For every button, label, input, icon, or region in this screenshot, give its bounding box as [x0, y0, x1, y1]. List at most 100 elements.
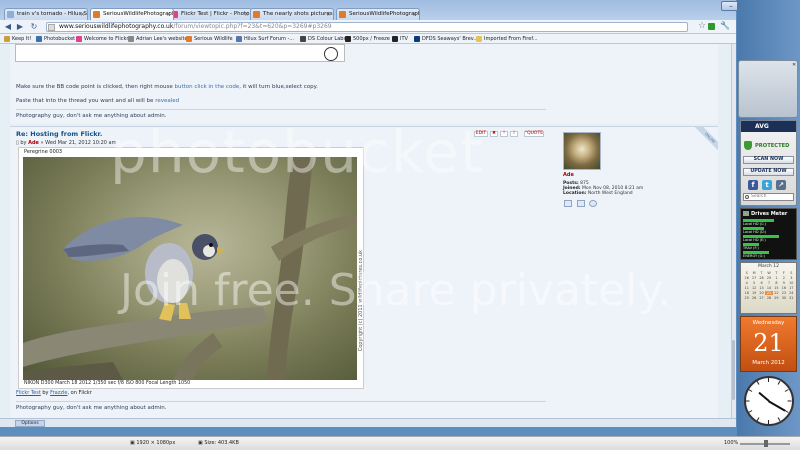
calendar-day[interactable]: 18: [743, 291, 750, 295]
calendar-day[interactable]: 15: [773, 286, 780, 290]
browser-tab[interactable]: Flickr Test | Flickr - Photo S ×: [168, 8, 252, 20]
bookmark-item[interactable]: Adrian Lee's website: [128, 35, 188, 43]
calendar-day[interactable]: 30: [780, 296, 787, 300]
delete-button[interactable]: ✖: [490, 131, 498, 137]
browser-tab[interactable]: The nearly shots pictures b ×: [250, 8, 334, 20]
forward-arrow-icon[interactable]: ▶: [15, 22, 25, 32]
calendar-day[interactable]: 28: [758, 276, 765, 280]
calendar-day[interactable]: 11: [743, 286, 750, 290]
calendar-day[interactable]: 2: [780, 276, 787, 280]
calendar-day[interactable]: 4: [743, 281, 750, 285]
tab-close-icon[interactable]: ×: [80, 9, 85, 20]
calendar-day[interactable]: 27: [750, 276, 757, 280]
tab-close-icon[interactable]: ×: [166, 9, 171, 20]
calendar-day[interactable]: 7: [765, 281, 772, 285]
bookmark-star-icon[interactable]: ☆: [698, 21, 706, 31]
wrench-menu-icon[interactable]: 🔧: [720, 21, 730, 30]
label: Location:: [563, 191, 587, 196]
bookmark-item[interactable]: Photobucket: [36, 35, 75, 43]
calendar-day[interactable]: 28: [765, 296, 772, 300]
text: , it will turn blue,select copy.: [239, 84, 318, 90]
bookmark-label: DS Colour Labs: [308, 36, 347, 42]
flickr-user-link[interactable]: Frazzle: [50, 390, 67, 396]
calendar-day[interactable]: 26: [743, 276, 750, 280]
bookmark-item[interactable]: Hilux Surf Forum -...: [236, 35, 294, 43]
drive-meter-row: Local HD (D:): [743, 227, 795, 234]
tab-close-icon[interactable]: ×: [326, 9, 331, 20]
back-arrow-icon[interactable]: ◀: [3, 22, 13, 32]
post-title[interactable]: Re: Hosting from Flickr.: [16, 130, 102, 138]
post-signature: Photography guy, don't ask me anything a…: [16, 405, 167, 411]
bookmark-item[interactable]: ITV: [392, 35, 408, 43]
calendar-day[interactable]: 1: [773, 276, 780, 280]
avatar[interactable]: [563, 132, 601, 170]
browser-tab[interactable]: SeriousWildlifePhotograph ×: [336, 8, 420, 20]
gadget-close-icon[interactable]: ✕: [792, 62, 796, 68]
tab-close-icon[interactable]: ×: [412, 9, 417, 20]
reload-icon[interactable]: ↻: [29, 22, 39, 32]
calendar-day[interactable]: 25: [743, 296, 750, 300]
calendar-day[interactable]: 9: [780, 281, 787, 285]
tab-label: SeriousWildlifePhotograph: [349, 11, 420, 17]
calendar-day[interactable]: 24: [788, 291, 795, 295]
options-button[interactable]: Options: [15, 420, 45, 427]
bookmark-item[interactable]: Keep It!: [4, 35, 31, 43]
calendar-day[interactable]: 19: [750, 291, 757, 295]
calendar-day[interactable]: 29: [765, 276, 772, 280]
calendar-day[interactable]: 31: [788, 296, 795, 300]
email-icon[interactable]: [577, 200, 585, 207]
value: North West England: [587, 191, 633, 196]
calendar-day[interactable]: 16: [780, 286, 787, 290]
address-bar[interactable]: www.seriouswildlifephotography.co.uk/for…: [46, 22, 688, 32]
signature-divider: [16, 109, 546, 110]
calendar-day[interactable]: 22: [773, 291, 780, 295]
share-icon[interactable]: ↗: [776, 180, 786, 190]
bookmark-item[interactable]: Welcome to Flickr!: [76, 35, 130, 43]
text: Make sure the BB code point is clicked, …: [16, 84, 175, 90]
calendar-day[interactable]: 13: [758, 286, 765, 290]
calendar-day[interactable]: 5: [750, 281, 757, 285]
calendar-day[interactable]: 21: [765, 291, 773, 295]
calendar-day[interactable]: 26: [750, 296, 757, 300]
quote-button[interactable]: "QUOTE: [524, 131, 544, 137]
calendar-day[interactable]: 23: [780, 291, 787, 295]
calendar-day[interactable]: 14: [765, 286, 772, 290]
twitter-icon[interactable]: t: [762, 180, 772, 190]
report-button[interactable]: !: [500, 131, 508, 137]
calendar-day[interactable]: 8: [773, 281, 780, 285]
avg-search-input[interactable]: Search: [743, 193, 794, 201]
calendar-day[interactable]: 6: [758, 281, 765, 285]
scan-now-button[interactable]: SCAN NOW: [743, 156, 794, 164]
bookmark-item[interactable]: Imported From Firef...: [476, 35, 538, 43]
flickr-photo-link[interactable]: Flickr Test: [16, 390, 41, 396]
calendar-day[interactable]: 10: [788, 281, 795, 285]
calendar-day[interactable]: 27: [758, 296, 765, 300]
browser-tab[interactable]: SeriousWildlifePhotograph ×: [90, 8, 174, 20]
calendar-day[interactable]: 20: [758, 291, 765, 295]
bookmark-item[interactable]: DS Colour Labs: [300, 35, 346, 43]
calendar-day[interactable]: 29: [773, 296, 780, 300]
download-bar: [0, 418, 736, 427]
website-icon[interactable]: [589, 200, 597, 207]
extension-icon[interactable]: [708, 23, 715, 30]
scrollbar-thumb[interactable]: [732, 340, 735, 400]
pm-icon[interactable]: [564, 200, 572, 207]
bookmark-icon: [414, 36, 420, 42]
tab-close-icon[interactable]: ×: [244, 9, 249, 20]
bookmark-item[interactable]: Serious Wildlife: [186, 35, 233, 43]
update-now-button[interactable]: UPDATE NOW: [743, 168, 794, 176]
bookmark-item[interactable]: DFDS Seaways' Brev...: [414, 35, 478, 43]
bookmark-icon: [36, 36, 42, 42]
calendar-day[interactable]: 3: [788, 276, 795, 280]
info-button[interactable]: i: [510, 131, 518, 137]
browser-tab[interactable]: train v's tornado - Hilux Su ×: [4, 8, 88, 20]
calendar-day[interactable]: 12: [750, 286, 757, 290]
calendar-day[interactable]: 17: [788, 286, 795, 290]
post-author-link[interactable]: Ade: [28, 140, 39, 146]
bookmark-item[interactable]: 500px / Freeze: [345, 35, 390, 43]
flickr-credit: Flickr Test by Frazzle, on Flickr: [16, 390, 92, 396]
profile-name[interactable]: Ade: [563, 172, 574, 178]
bookmark-label: Imported From Firef...: [484, 36, 538, 42]
facebook-icon[interactable]: f: [748, 180, 758, 190]
zoom-slider-thumb[interactable]: [764, 440, 768, 447]
